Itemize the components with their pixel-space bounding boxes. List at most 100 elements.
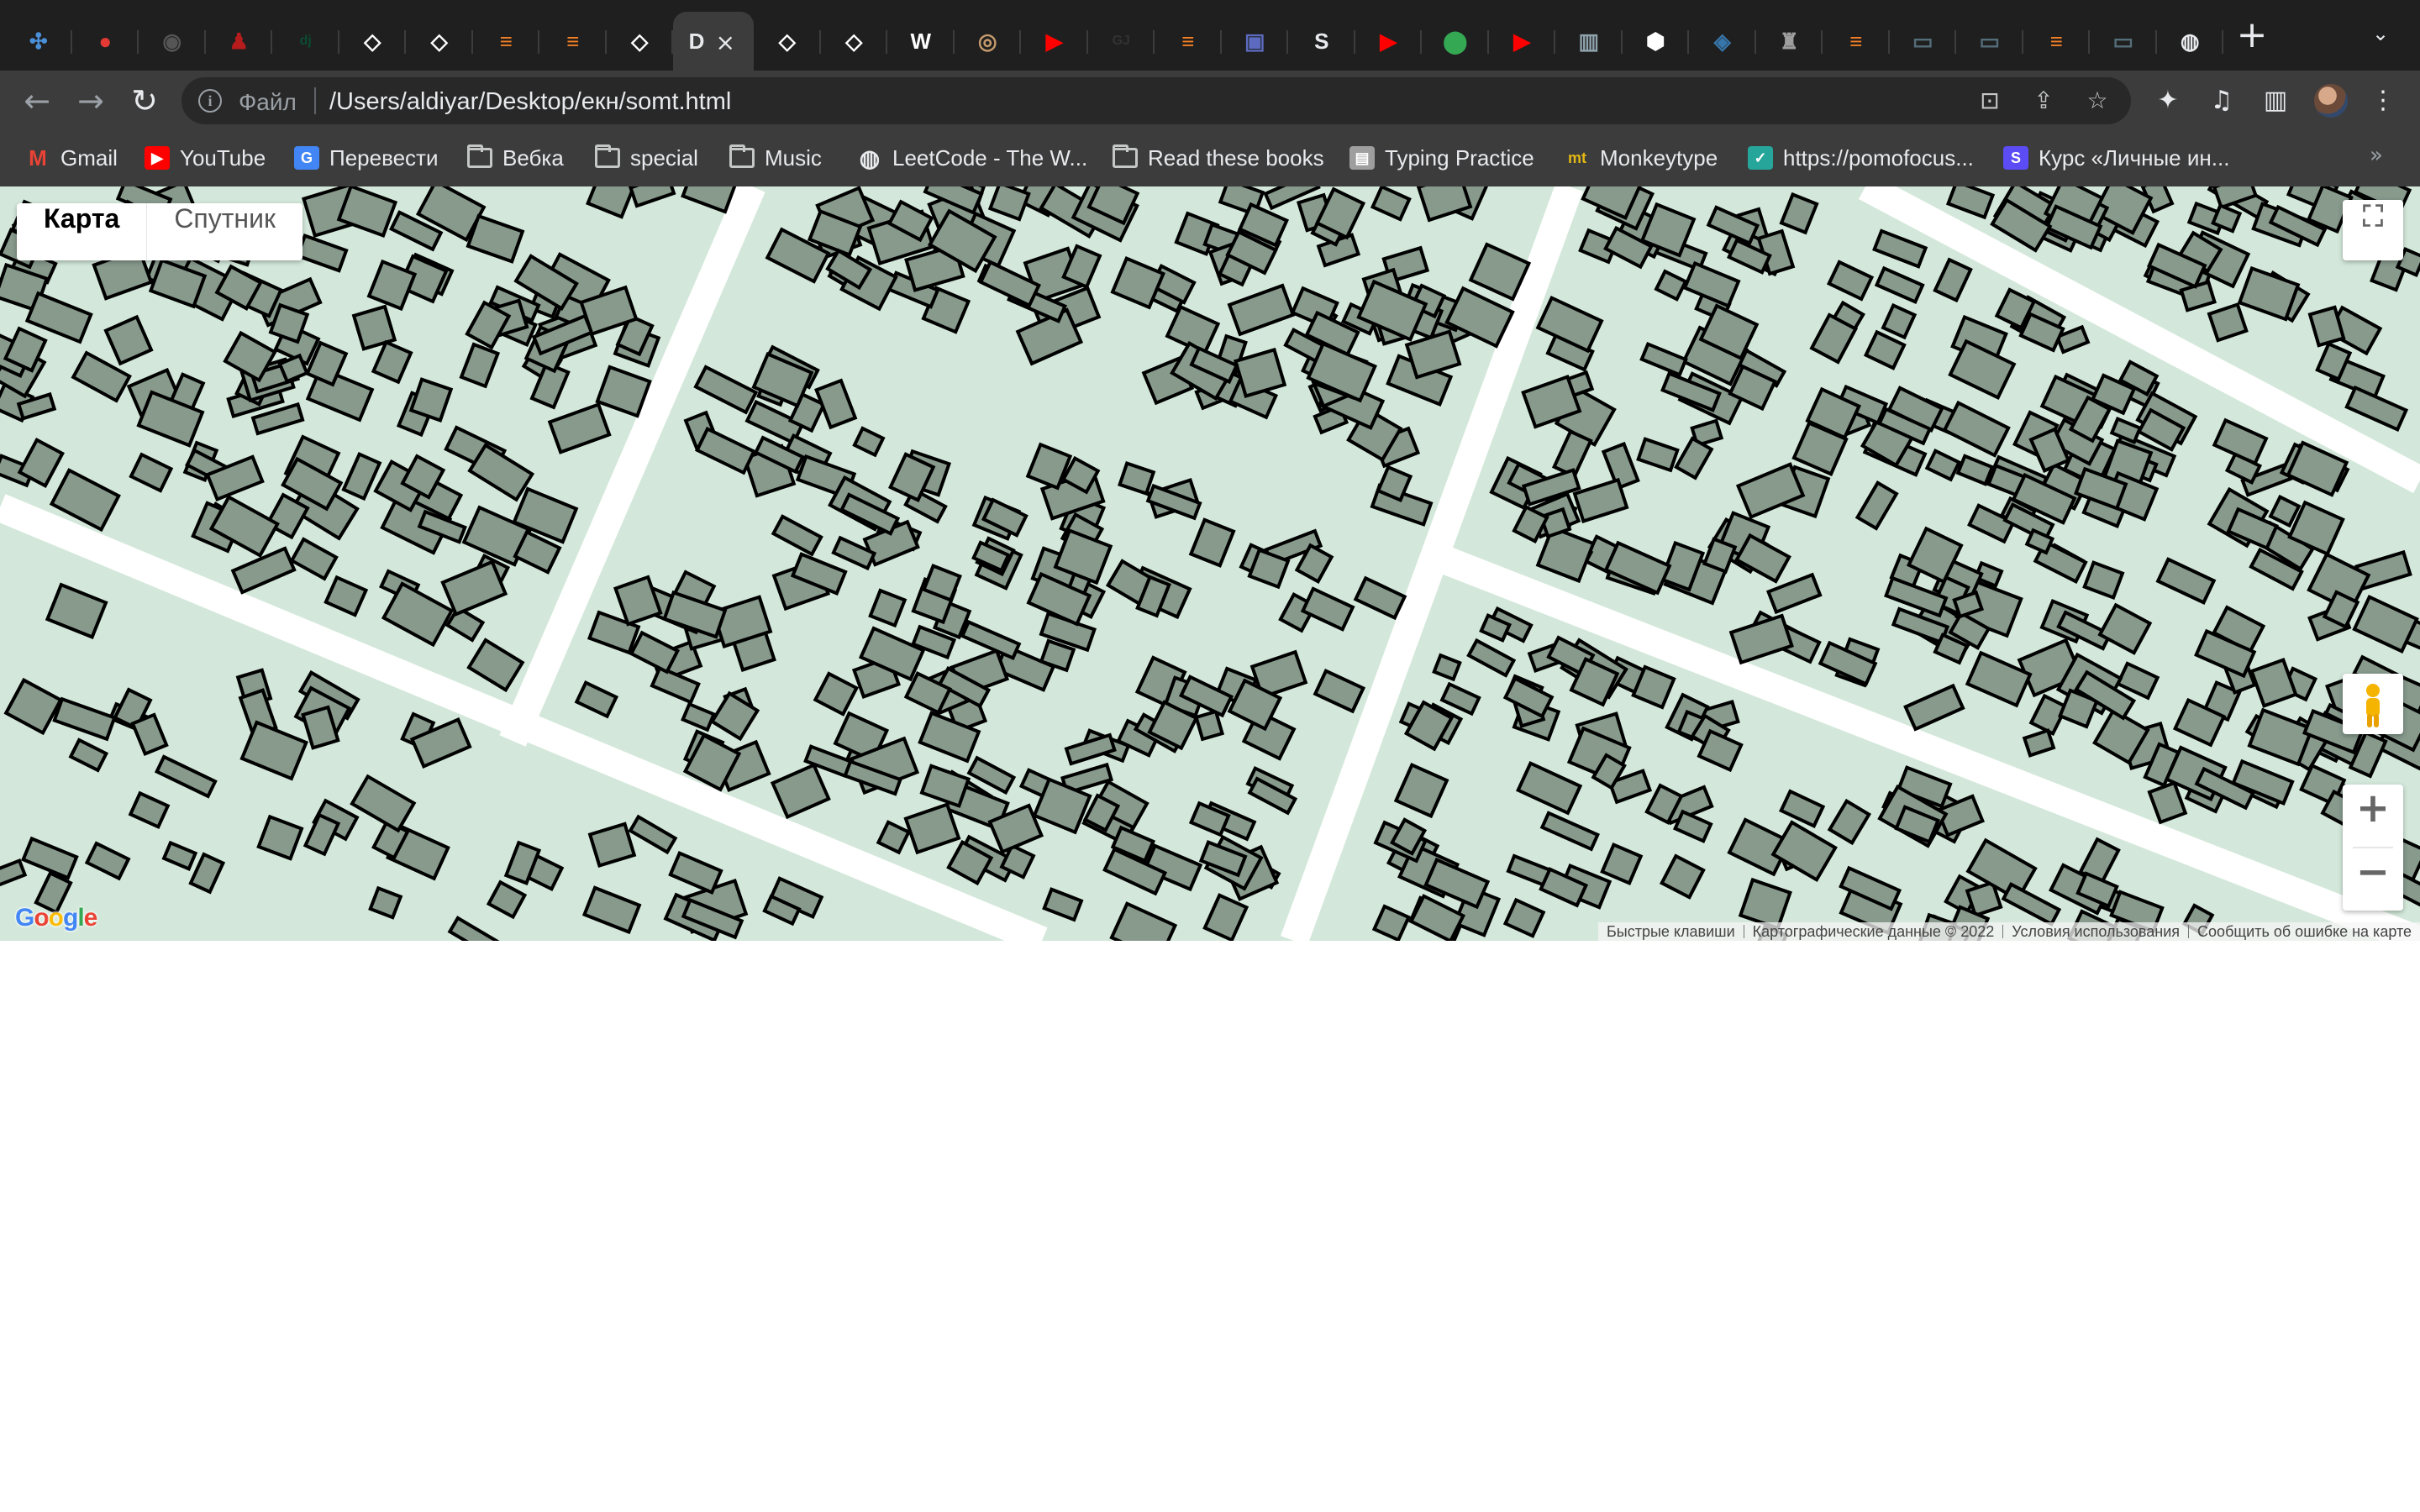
round-logo-icon: ◎: [977, 28, 997, 54]
check-icon: ✓: [1748, 146, 1773, 170]
audio-icon: S: [1314, 28, 1329, 54]
tab[interactable]: ◉: [139, 12, 206, 71]
bookmark-item[interactable]: ▤ Typing Practice: [1349, 143, 1534, 173]
tab[interactable]: ▶: [1489, 12, 1555, 71]
bookmark-item[interactable]: ◍ LeetCode - The W...: [857, 143, 1087, 173]
tab[interactable]: GJ: [1088, 12, 1155, 71]
tab[interactable]: ▣: [1222, 12, 1288, 71]
bookmark-item[interactable]: S Курс «Личные ин...: [2003, 143, 2229, 173]
share-icon[interactable]: ⇪: [2030, 87, 2057, 114]
bookmark-item[interactable]: ✓ https://pomofocus...: [1748, 143, 1974, 173]
bookmark-item[interactable]: ▶ YouTube: [145, 143, 266, 173]
tab[interactable]: S: [1288, 12, 1355, 71]
side-panel-icon[interactable]: ▥: [2260, 86, 2291, 116]
bookmark-label: special: [630, 144, 698, 171]
address-bar[interactable]: i Файл /Users/aldiyar/Desktop/екн/somt.h…: [182, 77, 2131, 124]
bookmark-item[interactable]: Music: [729, 143, 822, 173]
bookmark-label: Monkeytype: [1600, 144, 1718, 171]
report-error-link[interactable]: Сообщить об ошибке на карте: [2189, 923, 2420, 941]
django-icon: dj: [299, 34, 312, 48]
apps-icon: ✣: [29, 28, 48, 54]
bookmark-item[interactable]: special: [595, 143, 698, 173]
reload-icon[interactable]: ↻: [126, 82, 163, 119]
bookmark-label: Gmail: [60, 144, 118, 171]
menu-kebab-icon[interactable]: ⋮: [2368, 86, 2398, 116]
globe-icon: ◍: [857, 145, 882, 171]
map-type-satellite-button[interactable]: Спутник: [147, 203, 302, 260]
tab[interactable]: ▥: [1555, 12, 1623, 71]
tab[interactable]: ⬢: [1623, 12, 1689, 71]
pegman-icon[interactable]: [2343, 674, 2403, 734]
more-bookmarks-icon[interactable]: »: [2370, 143, 2383, 168]
tab[interactable]: ♟: [206, 12, 272, 71]
tab[interactable]: ▶: [1355, 12, 1422, 71]
forward-arrow-icon[interactable]: →: [72, 82, 109, 119]
tab[interactable]: ◇: [406, 12, 473, 71]
youtube-icon: ▶: [145, 146, 170, 170]
info-icon[interactable]: i: [198, 89, 222, 113]
tab[interactable]: ⬤: [1422, 12, 1489, 71]
bookmark-item[interactable]: Вебка: [467, 143, 564, 173]
keyboard-shortcuts-link[interactable]: Быстрые клавиши: [1598, 923, 1744, 941]
tab[interactable]: W: [887, 12, 955, 71]
map-data-text: Картографические данные © 2022: [1752, 922, 1995, 940]
tab[interactable]: ◈: [1689, 12, 1756, 71]
back-arrow-icon[interactable]: ←: [18, 82, 55, 119]
divider: [314, 87, 316, 114]
tab-active[interactable]: D ×: [673, 12, 754, 71]
new-tab-button[interactable]: +: [2235, 17, 2269, 54]
tab[interactable]: ◎: [955, 12, 1021, 71]
media-control-icon[interactable]: ♫: [2207, 86, 2237, 116]
bookmark-label: Вебка: [502, 144, 564, 171]
tab[interactable]: ≡: [2023, 12, 2090, 71]
bookmark-item[interactable]: G Перевести: [294, 143, 438, 173]
bookmark-star-icon[interactable]: ☆: [2084, 87, 2111, 114]
map-type-map-button[interactable]: Карта: [17, 203, 146, 260]
code-icon: ◇: [845, 28, 863, 54]
bookmark-item[interactable]: M Gmail: [25, 143, 118, 173]
tab[interactable]: ◇: [339, 12, 406, 71]
tab[interactable]: ▭: [1890, 12, 1956, 71]
extensions-icon[interactable]: ✦: [2153, 86, 2183, 116]
translate-icon[interactable]: ⊡: [1976, 87, 2003, 114]
github-icon: ◉: [162, 28, 182, 54]
tab[interactable]: ●: [72, 12, 139, 71]
image-icon: ▣: [1244, 28, 1265, 54]
close-tab-icon[interactable]: ×: [716, 29, 735, 56]
url-scheme-label: Файл: [239, 89, 297, 115]
zoom-in-button[interactable]: +: [2343, 785, 2403, 847]
fullscreen-icon[interactable]: ⛶: [2343, 200, 2403, 260]
youtube-icon: ▶: [1513, 28, 1531, 54]
tab[interactable]: dj: [272, 12, 339, 71]
terms-link[interactable]: Условия использования: [2003, 923, 2188, 941]
bookmark-label: Music: [765, 144, 822, 171]
bookmark-item[interactable]: mt Monkeytype: [1565, 143, 1718, 173]
tab[interactable]: ◇: [607, 12, 673, 71]
tab[interactable]: ✣: [5, 12, 72, 71]
bookmark-item[interactable]: Read these books: [1113, 143, 1324, 173]
tab[interactable]: ◇: [821, 12, 887, 71]
url-text[interactable]: /Users/aldiyar/Desktop/екн/somt.html: [329, 88, 731, 116]
map-canvas[interactable]: Карта Спутник ⛶ + − Google Быстрые клави…: [0, 186, 2420, 941]
figure-icon: ♜: [1779, 28, 1799, 54]
bookmark-label: Перевести: [329, 144, 439, 171]
terminal-icon: ▭: [1979, 28, 2001, 54]
tab[interactable]: ◇: [754, 12, 821, 71]
monkeytype-icon: mt: [1565, 146, 1590, 170]
tab-search-icon[interactable]: ⌄: [2368, 22, 2393, 47]
zoom-out-button[interactable]: −: [2343, 848, 2403, 911]
profile-avatar[interactable]: [2314, 84, 2348, 118]
bookmark-label: Курс «Личные ин...: [2039, 144, 2230, 171]
tab[interactable]: ◍: [2157, 12, 2223, 71]
tab[interactable]: ▭: [2090, 12, 2157, 71]
python-icon: ◈: [1713, 28, 1731, 54]
tab[interactable]: ≡: [1823, 12, 1890, 71]
tab[interactable]: ▶: [1021, 12, 1088, 71]
map-tiles[interactable]: [0, 186, 2420, 941]
tab[interactable]: ▭: [1956, 12, 2023, 71]
tab[interactable]: ≡: [473, 12, 539, 71]
tab[interactable]: ≡: [539, 12, 607, 71]
bookmarks-bar: M Gmail ▶ YouTube G Перевести Вебка special Musi…: [0, 131, 2420, 187]
tab[interactable]: ≡: [1155, 12, 1222, 71]
tab[interactable]: ♜: [1756, 12, 1823, 71]
